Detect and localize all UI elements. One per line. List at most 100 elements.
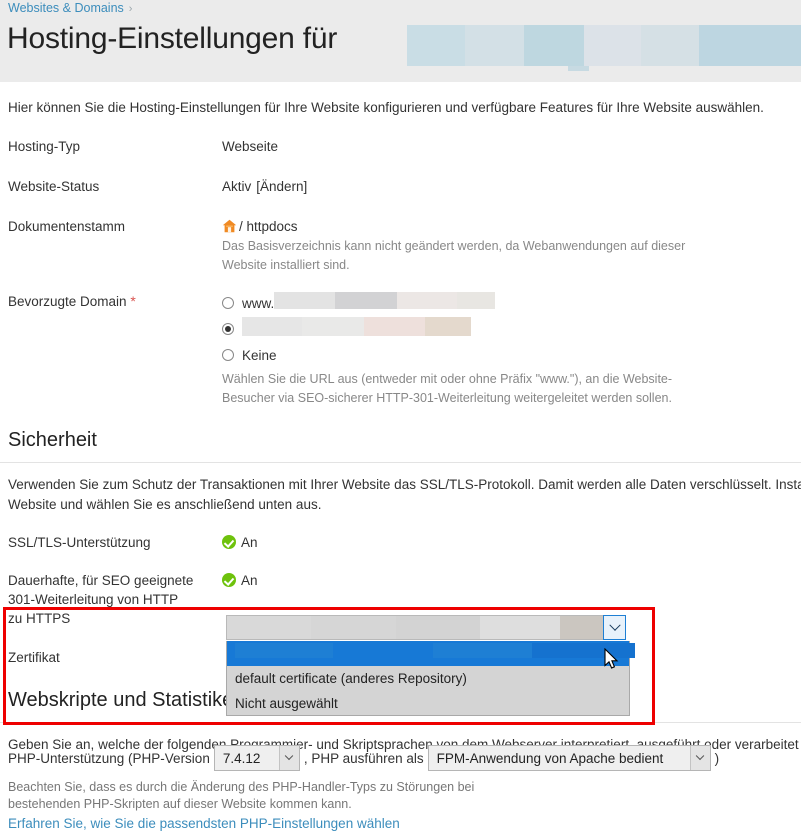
radio-none[interactable] [222,349,234,361]
section-divider-security [0,462,801,463]
security-paragraph-line2: Website und wählen Sie es anschließend u… [8,497,322,512]
redaction-block [397,292,458,309]
php-note-line2: bestehenden PHP-Skripten auf dieser Webs… [8,797,352,811]
radio-none-label: Keine [242,347,277,363]
php-version-value: 7.4.12 [222,750,261,766]
redaction-block [465,25,524,66]
radio-www-redacted-domain [274,292,496,314]
redaction-block [364,317,425,336]
redaction-block [560,616,604,639]
https-redirect-value-group: An [222,571,258,590]
radio-plain[interactable] [222,323,234,335]
check-circle-icon [222,573,236,587]
breadcrumb: Websites & Domains › [8,1,137,15]
redaction-block [235,643,333,658]
certificate-option-1[interactable]: default certificate (anderes Repository) [227,666,629,691]
radio-option-none[interactable]: Keine [222,344,672,366]
redaction-block [407,25,465,66]
chevron-down-icon [608,619,621,631]
redaction-block [584,25,641,66]
php-version-chevron-down-icon[interactable] [278,746,299,770]
page-title-redaction-notch [568,66,589,71]
hosting-type-value: Webseite [222,139,279,154]
redaction-block [641,25,699,66]
certificate-option-0-redacted-label [235,643,635,661]
required-marker: * [130,293,136,309]
preferred-domain-label-group: Bevorzugte Domain * [8,292,222,311]
section-heading-security: Sicherheit [8,429,97,451]
redaction-block [333,643,433,658]
php-support-prefix: PHP-Unterstützung (PHP-Version [8,750,210,766]
home-icon [222,219,237,233]
preferred-domain-options: www. Keine Wählen Sie die URL aus (entwe… [222,292,672,407]
redaction-block [524,25,584,66]
page-title-redacted-domain [407,25,801,66]
row-preferred-domain: Bevorzugte Domain * www. Keine Wählen Si… [0,292,801,407]
https-redirect-value: An [241,573,258,588]
redaction-block [532,643,635,658]
ssl-support-label: SSL/TLS-Unterstützung [8,535,151,550]
certificate-selected-redacted-value [227,616,604,639]
document-root-label: Dokumentenstamm [8,219,126,234]
row-document-root: Dokumentenstamm / httpdocs Das Basisverz… [0,217,801,274]
breadcrumb-item-websites-domains[interactable]: Websites & Domains [8,1,124,15]
security-paragraph-line1: Verwenden Sie zum Schutz der Transaktion… [8,477,801,492]
certificate-option-0[interactable] [227,641,635,666]
radio-www-prefix-label: www. [242,295,275,311]
https-redirect-label-group: Dauerhafte, für SEO geeignete 301-Weiter… [8,571,222,628]
redaction-block [302,317,364,336]
certificate-label: Zertifikat [8,650,60,665]
document-root-hint-line2: Website installiert sind. [222,258,350,272]
redaction-block [396,616,480,639]
php-version-select[interactable]: 7.4.12 [213,745,300,771]
php-note-line1: Beachten Sie, dass es durch die Änderung… [8,780,475,794]
php-settings-help-link[interactable]: Erfahren Sie, wie Sie die passendsten PH… [8,816,400,831]
website-status-change-link[interactable]: [Ändern] [256,177,307,196]
redaction-block [227,616,311,639]
page-title: Hosting-Einstellungen für [7,22,338,55]
radio-option-www[interactable]: www. [222,292,672,314]
ssl-support-value: An [241,535,258,550]
row-ssl-support: SSL/TLS-Unterstützung An [0,533,801,552]
intro-text: Hier können Sie die Hosting-Einstellunge… [8,100,764,115]
redaction-block [480,616,560,639]
certificate-option-2[interactable]: Nicht ausgewählt [227,691,629,716]
certificate-select-arrow-button[interactable] [603,615,626,640]
php-support-middle: , PHP ausführen als [303,750,424,766]
redaction-block [433,643,532,658]
php-support-suffix: ) [714,750,720,766]
php-handler-select[interactable]: FPM-Anwendung von Apache bedient [427,745,711,771]
preferred-domain-hint-line1: Wählen Sie die URL aus (entweder mit ode… [222,372,673,386]
redaction-block [425,317,471,336]
php-handler-chevron-down-icon[interactable] [689,746,710,770]
php-support-row: PHP-Unterstützung (PHP-Version 7.4.12 , … [8,745,719,771]
ssl-support-value-group: An [222,533,258,552]
redaction-block [335,292,398,309]
certificate-dropdown-menu[interactable]: default certificate (anderes Repository)… [226,641,635,716]
section-divider-webscripts [0,722,801,723]
row-website-status: Website-Status Aktiv [Ändern] [0,177,801,196]
redaction-block [699,25,801,66]
certificate-select[interactable] [226,615,626,640]
redaction-block [242,317,302,336]
hosting-type-label: Hosting-Typ [8,139,81,154]
document-root-path: / httpdocs [239,219,298,234]
preferred-domain-hint-line2: Besucher via SEO-sicherer HTTP-301-Weite… [222,391,672,405]
https-redirect-label-line3: zu HTTPS [8,611,71,626]
radio-option-plain[interactable] [222,317,672,340]
redaction-block [274,292,336,309]
website-status-label: Website-Status [8,179,100,194]
redaction-block [311,616,396,639]
https-redirect-label-line1: Dauerhafte, für SEO geeignete [8,573,194,588]
document-root-value-group: / httpdocs Das Basisverzeichnis kann nic… [222,217,685,274]
https-redirect-label-line2: 301-Weiterleitung von HTTP [8,592,179,607]
document-root-hint-line1: Das Basisverzeichnis kann nicht geändert… [222,239,686,253]
preferred-domain-label: Bevorzugte Domain [8,294,127,309]
php-handler-value: FPM-Anwendung von Apache bedient [436,750,664,766]
mouse-cursor-icon [604,648,619,669]
check-circle-icon [222,535,236,549]
website-status-value: Aktiv [222,179,252,194]
radio-www[interactable] [222,297,234,309]
redaction-block [457,292,496,309]
breadcrumb-separator-icon: › [128,3,133,15]
